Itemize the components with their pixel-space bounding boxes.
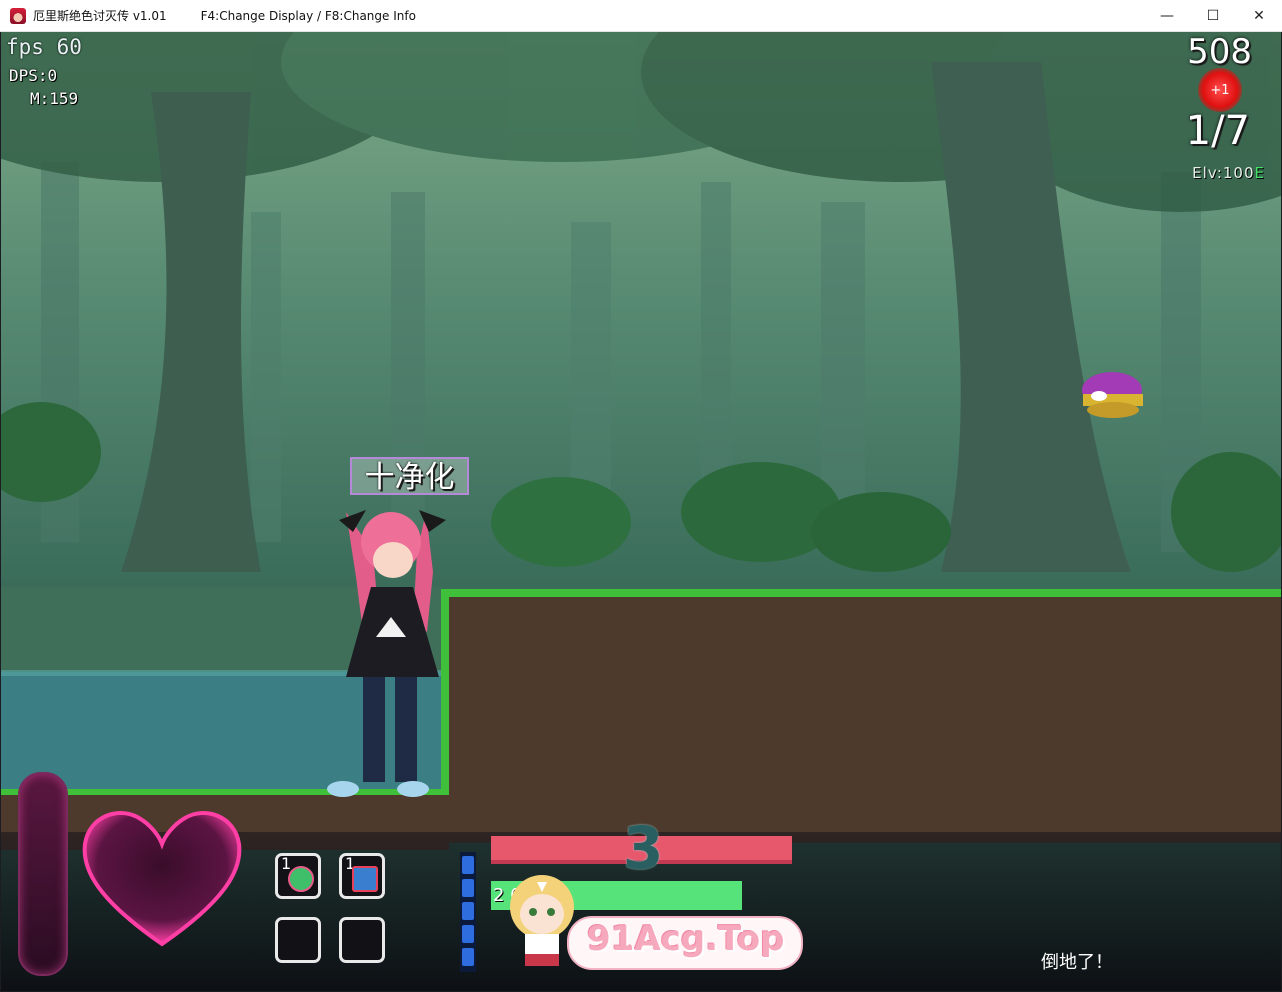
lust-gauge — [18, 772, 68, 976]
window-title: 厄里斯绝色讨灭传 v1.01 — [33, 9, 167, 23]
elevation-readout: Elv:100E — [1192, 164, 1265, 182]
watermark: 91Acg.Top — [497, 875, 803, 970]
item-slot-heal[interactable]: 1 — [275, 853, 321, 899]
fps-counter: fps 60 — [6, 35, 82, 59]
hp-up-icon — [352, 866, 378, 892]
status-message: 倒地了！ — [1041, 952, 1113, 973]
stamina-segment — [462, 856, 474, 874]
heart-icon — [82, 811, 242, 947]
minimize-button[interactable]: — — [1144, 0, 1190, 31]
score-counter: 508 — [1187, 32, 1252, 72]
game-viewport[interactable]: fps 60 DPS:0 M:159 508 +1 1/7 Elv:100E 十… — [1, 32, 1281, 991]
app-icon — [10, 7, 26, 24]
stamina-segment-bar — [460, 852, 476, 972]
stamina-segment — [462, 925, 474, 943]
elv-suffix: E — [1254, 164, 1265, 182]
title-bar: 厄里斯绝色讨灭传 v1.01 F4:Change Display / F8:Ch… — [0, 0, 1282, 32]
level-number: 3 — [623, 814, 664, 882]
plus-one-badge: +1 — [1198, 68, 1242, 112]
heal-potion-icon — [288, 866, 314, 892]
skill-label: 十净化 — [350, 457, 469, 495]
window-info-hint: F4:Change Display / F8:Change Info — [200, 8, 416, 23]
ground-block — [443, 593, 1281, 843]
maximize-button[interactable]: ☐ — [1190, 0, 1236, 31]
item-slot-empty[interactable] — [339, 917, 385, 963]
stamina-segment — [462, 879, 474, 897]
item-slot-empty[interactable] — [275, 917, 321, 963]
watermark-text: 91Acg.Top — [587, 919, 785, 959]
close-button[interactable]: ✕ — [1236, 0, 1282, 31]
stamina-segment — [462, 948, 474, 966]
memory-readout: M:159 — [30, 89, 79, 108]
window-controls: — ☐ ✕ — [1144, 0, 1282, 31]
enemy-mushroom — [1082, 372, 1143, 418]
stage-progress: 1/7 — [1185, 108, 1250, 154]
stamina-segment — [462, 902, 474, 920]
watermark-avatar-icon — [510, 875, 574, 966]
item-slot-hp-up[interactable]: 1 — [339, 853, 385, 899]
elv-prefix: Elv:100 — [1192, 164, 1255, 182]
dps-readout: DPS:0 — [9, 66, 58, 85]
